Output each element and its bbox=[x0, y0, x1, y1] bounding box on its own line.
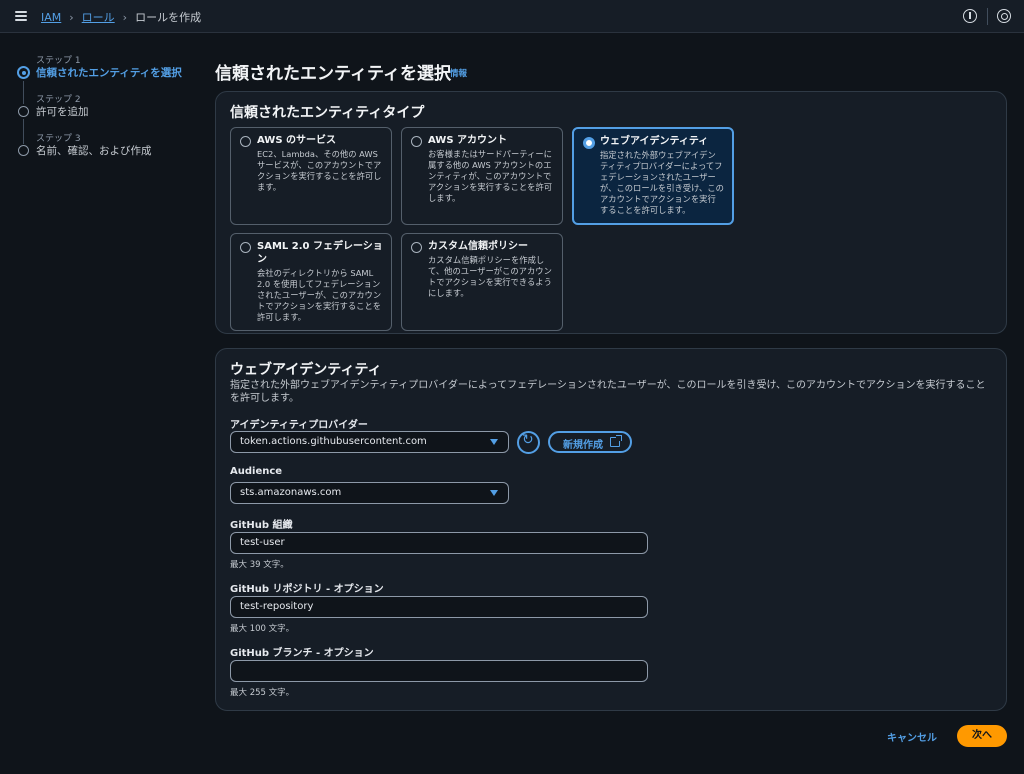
tile-saml-federation[interactable]: SAML 2.0 フェデレーション 会社のディレクトリから SAML 2.0 を… bbox=[230, 233, 392, 331]
web-identity-description: 指定された外部ウェブアイデンティティプロバイダーによってフェデレーションされたユ… bbox=[230, 380, 986, 404]
github-repo-input[interactable]: test-repository bbox=[230, 596, 648, 618]
tile-title: AWS アカウント bbox=[428, 135, 508, 146]
github-branch-hint: 最大 255 文字。 bbox=[230, 688, 295, 698]
info-icon[interactable] bbox=[963, 9, 977, 23]
step-2-label: 許可を追加 bbox=[36, 106, 89, 118]
create-new-button[interactable]: 新規作成 bbox=[548, 431, 632, 453]
audience-select[interactable]: sts.amazonaws.com bbox=[230, 482, 509, 504]
entity-type-panel: 信頼されたエンティティタイプ AWS のサービス EC2、Lambda、その他の… bbox=[215, 91, 1007, 334]
radio-button[interactable] bbox=[411, 242, 422, 253]
create-new-label: 新規作成 bbox=[563, 440, 603, 451]
provider-select[interactable]: token.actions.githubusercontent.com bbox=[230, 431, 509, 453]
audience-value: sts.amazonaws.com bbox=[240, 487, 342, 498]
radio-button-selected[interactable] bbox=[583, 137, 595, 149]
entity-type-title: 信頼されたエンティティタイプ bbox=[230, 105, 425, 121]
tile-title: SAML 2.0 フェデレーション bbox=[257, 241, 383, 265]
tile-description: カスタム信頼ポリシーを作成して、他のユーザーがこのアカウントでアクションを実行で… bbox=[428, 255, 552, 298]
menu-icon[interactable] bbox=[15, 11, 27, 21]
provider-label: アイデンティティプロバイダー bbox=[230, 420, 368, 431]
step-1-label[interactable]: 信頼されたエンティティを選択 bbox=[36, 65, 182, 80]
tile-aws-account[interactable]: AWS アカウント お客様またはサードパーティーに属する他の AWS アカウント… bbox=[401, 127, 563, 225]
github-org-label: GitHub 組織 bbox=[230, 520, 293, 531]
step-connector bbox=[23, 81, 24, 104]
cancel-button[interactable]: キャンセル bbox=[887, 729, 937, 744]
step-3-label: 名前、確認、および作成 bbox=[36, 145, 152, 157]
info-link[interactable]: 情報 bbox=[450, 67, 467, 79]
tile-title: カスタム信頼ポリシー bbox=[428, 241, 528, 252]
caret-down-icon bbox=[490, 439, 498, 445]
breadcrumb-current: ロールを作成 bbox=[135, 11, 202, 24]
github-branch-label: GitHub ブランチ - オプション bbox=[230, 648, 374, 659]
tile-aws-service[interactable]: AWS のサービス EC2、Lambda、その他の AWS サービスが、このアカ… bbox=[230, 127, 392, 225]
breadcrumb: IAM › ロール › ロールを作成 bbox=[41, 9, 201, 25]
breadcrumb-iam-link[interactable]: IAM bbox=[41, 11, 61, 24]
chevron-right-icon: › bbox=[69, 10, 74, 24]
github-branch-input[interactable] bbox=[230, 660, 648, 682]
refresh-icon[interactable] bbox=[517, 431, 540, 454]
github-org-input[interactable]: test-user bbox=[230, 532, 648, 554]
provider-value: token.actions.githubusercontent.com bbox=[240, 436, 427, 447]
radio-button[interactable] bbox=[240, 136, 251, 147]
tile-custom-trust-policy[interactable]: カスタム信頼ポリシー カスタム信頼ポリシーを作成して、他のユーザーがこのアカウン… bbox=[401, 233, 563, 331]
github-repo-label: GitHub リポジトリ - オプション bbox=[230, 584, 384, 595]
tile-description: お客様またはサードパーティーに属する他の AWS アカウントのエンティティが、こ… bbox=[428, 149, 553, 203]
audience-label: Audience bbox=[230, 466, 283, 477]
tile-title: ウェブアイデンティティ bbox=[600, 136, 709, 147]
next-button[interactable]: 次へ bbox=[957, 725, 1007, 747]
external-link-icon bbox=[610, 435, 622, 447]
step-2-indicator-icon bbox=[18, 106, 29, 117]
radio-button[interactable] bbox=[240, 242, 251, 253]
step-1-indicator-icon bbox=[17, 66, 30, 79]
web-identity-panel: ウェブアイデンティティ 指定された外部ウェブアイデンティティプロバイダーによって… bbox=[215, 348, 1007, 711]
step-connector bbox=[23, 119, 24, 144]
tile-description: 会社のディレクトリから SAML 2.0 を使用してフェデレーションされたユーザ… bbox=[257, 268, 382, 322]
github-repo-value: test-repository bbox=[240, 601, 314, 612]
top-navigation-bar: IAM › ロール › ロールを作成 bbox=[0, 0, 1024, 33]
github-repo-hint: 最大 100 文字。 bbox=[230, 624, 295, 634]
breadcrumb-roles-link[interactable]: ロール bbox=[82, 9, 115, 25]
web-identity-title: ウェブアイデンティティ bbox=[230, 362, 382, 378]
divider bbox=[987, 8, 988, 25]
step-3-indicator-icon bbox=[18, 145, 29, 156]
page-title: 信頼されたエンティティを選択 bbox=[215, 64, 451, 84]
caret-down-icon bbox=[490, 490, 498, 496]
settings-icon[interactable] bbox=[997, 9, 1011, 23]
tile-description: 指定された外部ウェブアイデンティティプロバイダーによってフェデレーションされたユ… bbox=[600, 150, 724, 215]
github-org-value: test-user bbox=[240, 537, 285, 548]
chevron-right-icon: › bbox=[122, 10, 128, 24]
tile-title: AWS のサービス bbox=[257, 135, 337, 146]
github-org-hint: 最大 39 文字。 bbox=[230, 560, 289, 570]
radio-button[interactable] bbox=[411, 136, 422, 147]
tile-description: EC2、Lambda、その他の AWS サービスが、このアカウントでアクションを… bbox=[257, 149, 382, 192]
tile-web-identity[interactable]: ウェブアイデンティティ 指定された外部ウェブアイデンティティプロバイダーによって… bbox=[572, 127, 734, 225]
